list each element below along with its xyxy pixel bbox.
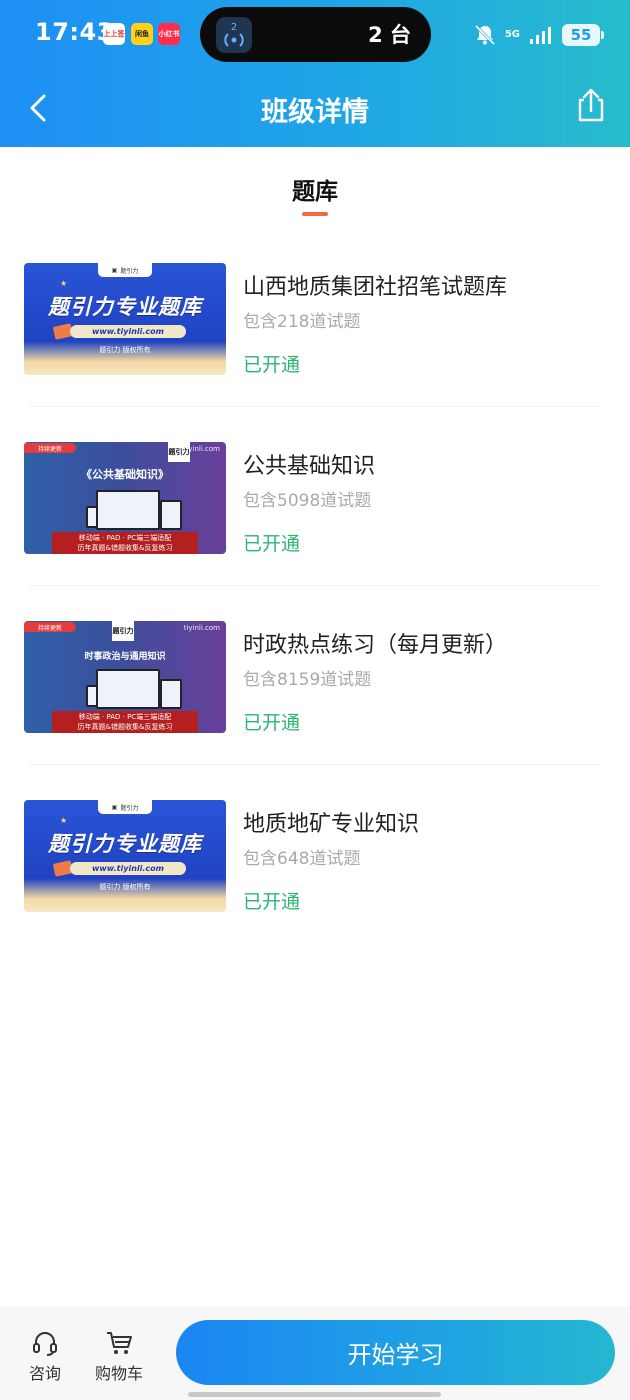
xianyu-notification-icon: 闲鱼 xyxy=(131,23,153,45)
cast-app-icon: 2 xyxy=(216,17,252,53)
course-thumbnail: ▣ 题引力 ★ 题引力专业题库 www.tiyinli.com 题引力 版权所有 xyxy=(24,800,226,912)
star-icon: ★ xyxy=(60,816,68,825)
header: 17:43 上上签 闲鱼 小红书 2 2 台 5G 55 班级详情 xyxy=(0,0,630,147)
item-title: 时政热点练习（每月更新） xyxy=(243,633,508,658)
thumbnail-banner: 移动端 · PAD · PC端三端适配 历年真题&错题收集&反复练习 xyxy=(52,711,198,733)
app-notification-icon: 上上签 xyxy=(103,23,125,45)
thumbnail-site: tiyinli.com xyxy=(183,624,220,632)
item-status: 已开通 xyxy=(243,533,301,555)
consult-button[interactable]: 咨询 xyxy=(15,1328,75,1384)
nav-bar: 班级详情 xyxy=(0,72,630,144)
battery-icon: 55 xyxy=(562,24,604,46)
thumbnail-headline: 题引力专业题库 xyxy=(48,295,202,319)
island-text: 2 台 xyxy=(368,23,411,47)
item-title: 山西地质集团社招笔试题库 xyxy=(243,275,508,300)
home-indicator[interactable] xyxy=(188,1392,441,1397)
thumbnail-url: www.tiyinli.com xyxy=(70,325,186,338)
item-question-count: 包含218道试题 xyxy=(243,312,361,332)
tablet-device-icon xyxy=(160,500,182,530)
consult-label: 咨询 xyxy=(28,1364,61,1383)
share-button[interactable] xyxy=(570,86,610,126)
item-status: 已开通 xyxy=(243,354,301,376)
update-badge: 持续更新 xyxy=(24,443,76,453)
list-item[interactable]: ▣ 题引力 ★ 题引力专业题库 www.tiyinli.com 题引力 版权所有 … xyxy=(0,228,630,407)
signal-icon xyxy=(530,27,551,44)
tab-question-bank[interactable]: 题库 xyxy=(0,172,630,206)
question-bank-list: ▣ 题引力 ★ 题引力专业题库 www.tiyinli.com 题引力 版权所有 … xyxy=(0,228,630,944)
thumbnail-headline: 《公共基础知识》 xyxy=(81,468,169,481)
monitor-device-icon xyxy=(96,669,160,709)
item-status: 已开通 xyxy=(243,712,301,734)
page-title: 班级详情 xyxy=(261,97,369,128)
item-question-count: 包含648道试题 xyxy=(243,849,361,869)
xiaohongshu-notification-icon: 小红书 xyxy=(158,23,180,45)
thumbnail-headline: 题引力专业题库 xyxy=(48,832,202,856)
start-learning-button[interactable]: 开始学习 xyxy=(176,1320,615,1385)
status-bar: 17:43 上上签 闲鱼 小红书 2 2 台 5G 55 xyxy=(0,0,630,68)
update-badge: 持续更新 xyxy=(24,622,76,632)
list-item[interactable]: ▣ 题引力 ★ 题引力专业题库 www.tiyinli.com 题引力 版权所有 … xyxy=(0,765,630,944)
bottom-action-bar: 咨询 购物车 开始学习 xyxy=(0,1306,630,1400)
list-item[interactable]: 持续更新 题引力 tiyinli.com 《公共基础知识》 移动端 · PAD … xyxy=(0,407,630,586)
list-item[interactable]: 持续更新 题引力 tiyinli.com 时事政治与通用知识 移动端 · PAD… xyxy=(0,586,630,765)
item-status: 已开通 xyxy=(243,891,301,913)
thumbnail-logo: ▣ 题引力 xyxy=(98,800,152,814)
course-thumbnail: 持续更新 题引力 tiyinli.com 时事政治与通用知识 移动端 · PAD… xyxy=(24,621,226,733)
star-icon: ★ xyxy=(60,279,68,288)
tab-active-indicator xyxy=(302,212,328,216)
thumbnail-logo: ▣ 题引力 xyxy=(98,263,152,277)
thumbnail-headline: 时事政治与通用知识 xyxy=(84,652,166,662)
thumbnail-copyright: 题引力 版权所有 xyxy=(99,346,151,354)
item-title: 公共基础知识 xyxy=(243,454,376,479)
network-type: 5G xyxy=(504,29,520,40)
thumbnail-banner: 移动端 · PAD · PC端三端适配 历年真题&错题收集&反复练习 xyxy=(52,532,198,554)
dynamic-island[interactable]: 2 2 台 xyxy=(200,7,431,62)
thumbnail-url: www.tiyinli.com xyxy=(70,862,186,875)
item-title: 地质地矿专业知识 xyxy=(243,812,420,837)
monitor-device-icon xyxy=(96,490,160,530)
tablet-device-icon xyxy=(160,679,182,709)
cart-icon xyxy=(107,1332,132,1354)
system-indicators: 5G 55 xyxy=(473,22,604,48)
headset-icon xyxy=(33,1332,57,1356)
course-thumbnail: 持续更新 题引力 tiyinli.com 《公共基础知识》 移动端 · PAD … xyxy=(24,442,226,554)
thumbnail-copyright: 题引力 版权所有 xyxy=(99,883,151,891)
mute-bell-icon xyxy=(474,24,495,46)
item-question-count: 包含8159道试题 xyxy=(243,670,372,690)
cart-label: 购物车 xyxy=(94,1364,143,1383)
thumbnail-site: tiyinli.com xyxy=(183,445,220,453)
share-icon xyxy=(578,88,604,122)
course-thumbnail: ▣ 题引力 ★ 题引力专业题库 www.tiyinli.com 题引力 版权所有 xyxy=(24,263,226,375)
thumbnail-brand: 题引力 xyxy=(112,621,134,641)
island-count: 2 xyxy=(231,22,237,33)
cart-button[interactable]: 购物车 xyxy=(89,1328,149,1384)
item-question-count: 包含5098道试题 xyxy=(243,491,372,511)
